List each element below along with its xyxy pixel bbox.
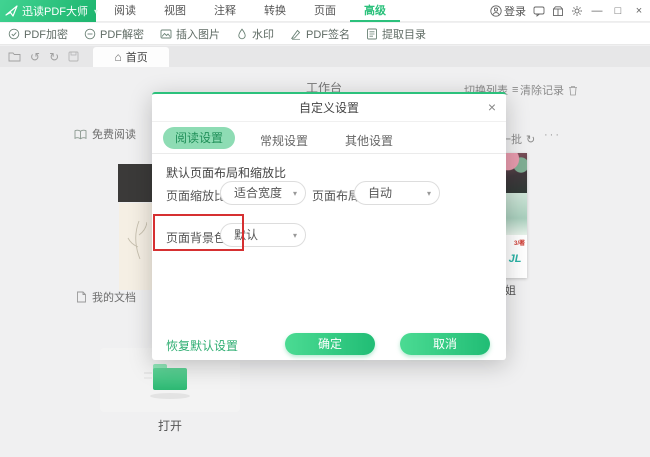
tool-label: PDF解密 (100, 26, 144, 42)
cover-title-letters: JL (503, 251, 527, 269)
main-menu: 阅读 视图 注释 转换 页面 高级 (100, 0, 400, 22)
book-thumbnail-beige[interactable] (119, 203, 152, 290)
my-documents-label: 我的文档 (92, 289, 136, 305)
tab-home-label: 首页 (126, 49, 148, 65)
pdf-decrypt-button[interactable]: PDF解密 (84, 26, 144, 42)
titlebar: 迅读PDF大师 ▾ 阅读 视图 注释 转换 页面 高级 登录 — □ × (0, 0, 650, 22)
tab-other-settings[interactable]: 其他设置 (345, 132, 393, 149)
custom-settings-dialog: 自定义设置 × 阅读设置 常规设置 其他设置 默认页面布局和缩放比 页面缩放比例… (152, 92, 506, 360)
book-thumbnail-dark[interactable] (118, 164, 152, 202)
login-button[interactable]: 登录 (490, 3, 526, 19)
page-layout-label: 页面布局 (312, 187, 360, 204)
tool-label: PDF签名 (306, 26, 350, 42)
watermark-icon (236, 28, 248, 40)
watermark-button[interactable]: 水印 (236, 26, 274, 42)
page-bgcolor-select[interactable]: 默认 ▾ (220, 223, 306, 247)
settings-gear-icon[interactable] (571, 5, 583, 17)
maximize-button[interactable]: □ (611, 5, 625, 17)
app-logo[interactable]: 迅读PDF大师 ▾ (0, 0, 96, 22)
home-icon: ⌂ (115, 50, 122, 64)
pdf-encrypt-button[interactable]: PDF加密 (8, 26, 68, 42)
menu-read[interactable]: 阅读 (100, 0, 150, 22)
minimize-button[interactable]: — (590, 5, 604, 17)
save-icon[interactable] (68, 51, 79, 62)
folder-gleam-decoration (144, 372, 152, 374)
section-title: 默认页面布局和缩放比 (166, 164, 286, 181)
advanced-toolbar: PDF加密 PDF解密 插入图片 水印 PDF签名 提取目录 (0, 23, 650, 45)
app-title: 迅读PDF大师 (22, 3, 88, 19)
more-options-icon[interactable]: ··· (544, 129, 561, 141)
page-layout-select[interactable]: 自动 ▾ (354, 181, 440, 205)
chevron-down-icon: ▾ (427, 183, 431, 205)
dialog-close-button[interactable]: × (488, 99, 496, 115)
tool-label: 插入图片 (176, 26, 220, 42)
list-view-icon: ≡ (512, 84, 518, 96)
tab-reading-settings[interactable]: 阅读设置 (163, 127, 235, 149)
open-card-label: 打开 (100, 417, 240, 434)
chevron-down-icon: ▾ (293, 183, 297, 205)
decrypt-icon (84, 28, 96, 40)
book-cover-thumbnail[interactable]: 3/著 JL (503, 153, 527, 278)
tool-label: 提取目录 (382, 26, 426, 42)
user-icon (490, 5, 502, 17)
my-documents-section[interactable]: 我的文档 (76, 289, 136, 305)
tool-label: PDF加密 (24, 26, 68, 42)
titlebar-right: 登录 — □ × (490, 0, 646, 22)
login-label: 登录 (504, 3, 526, 19)
insert-image-icon (160, 28, 172, 40)
refresh-icon: ↻ (526, 133, 535, 146)
logo-caret-icon[interactable]: ▾ (94, 7, 98, 16)
cancel-button[interactable]: 取消 (400, 333, 490, 355)
book-icon (74, 129, 87, 140)
cover-author-text: 3/著 (503, 235, 527, 251)
open-file-icon[interactable] (8, 51, 21, 62)
page-bgcolor-value: 默认 (234, 228, 258, 242)
clear-history-button[interactable]: 清除记录 (520, 82, 578, 98)
extract-toc-icon (366, 28, 378, 40)
page-zoom-select[interactable]: 适合宽度 ▾ (220, 181, 306, 205)
document-icon (76, 291, 87, 303)
encrypt-icon (8, 28, 20, 40)
quick-actions: ↺ ↻ (0, 46, 87, 67)
page-layout-value: 自动 (368, 186, 392, 200)
close-window-button[interactable]: × (632, 5, 646, 17)
document-tabstrip: ↺ ↻ ⌂ 首页 (0, 46, 650, 67)
pdf-signature-button[interactable]: PDF签名 (290, 26, 350, 42)
redo-icon[interactable]: ↻ (49, 51, 59, 63)
page-zoom-value: 适合宽度 (234, 186, 282, 200)
cover-artwork-mid (503, 193, 527, 235)
tool-label: 水印 (252, 26, 274, 42)
menu-page[interactable]: 页面 (300, 0, 350, 22)
folder-icon-body (153, 368, 187, 390)
gift-box-icon[interactable] (552, 5, 564, 17)
tab-general-settings[interactable]: 常规设置 (260, 132, 308, 149)
extract-toc-button[interactable]: 提取目录 (366, 26, 426, 42)
free-reading-section[interactable]: 免费阅读 (74, 126, 136, 142)
menu-annotate[interactable]: 注释 (200, 0, 250, 22)
app-logo-icon (5, 5, 18, 17)
dialog-title: 自定义设置 (152, 94, 506, 122)
free-reading-label: 免费阅读 (92, 126, 136, 142)
ok-button[interactable]: 确定 (285, 333, 375, 355)
clear-history-label: 清除记录 (520, 82, 564, 98)
book-title-caption: 姐 (505, 282, 516, 298)
page-bgcolor-label: 页面背景色 (166, 229, 226, 246)
insert-image-button[interactable]: 插入图片 (160, 26, 220, 42)
menu-advanced[interactable]: 高级 (350, 0, 400, 22)
folder-shadow-decoration (150, 393, 190, 399)
trash-icon (568, 85, 578, 96)
signature-icon (290, 28, 302, 40)
dialog-tabs: 阅读设置 常规设置 其他设置 (152, 122, 506, 154)
tab-home[interactable]: ⌂ 首页 (93, 47, 169, 67)
cover-artwork (503, 153, 527, 193)
feedback-icon[interactable] (533, 5, 545, 17)
restore-defaults-link[interactable]: 恢复默认设置 (166, 337, 238, 354)
menu-view[interactable]: 视图 (150, 0, 200, 22)
undo-icon[interactable]: ↺ (30, 51, 40, 63)
menu-convert[interactable]: 转换 (250, 0, 300, 22)
chevron-down-icon: ▾ (293, 225, 297, 247)
